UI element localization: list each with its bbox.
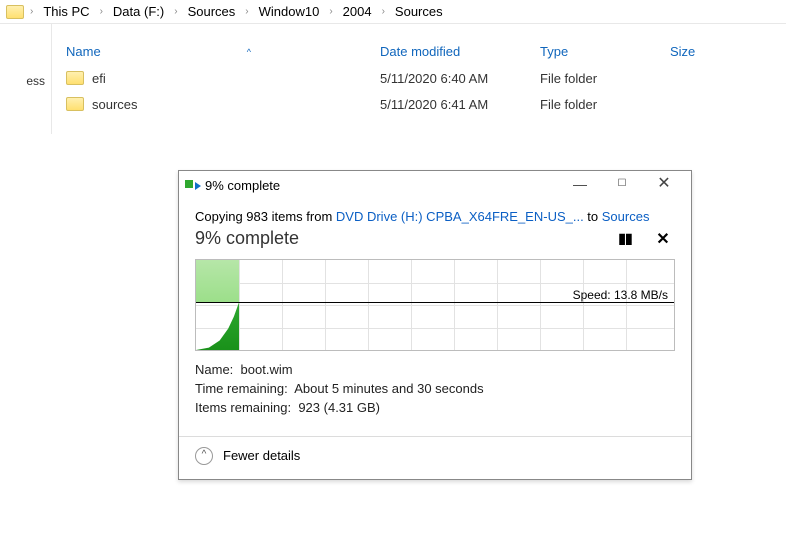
collapse-icon[interactable]: ^ bbox=[195, 447, 213, 465]
table-row[interactable]: sources 5/11/2020 6:41 AM File folder bbox=[60, 91, 786, 117]
breadcrumb-item[interactable]: Data (F:) bbox=[109, 2, 168, 21]
maximize-button[interactable]: ☐ bbox=[601, 173, 643, 197]
dialog-title: 9% complete bbox=[205, 178, 559, 193]
source-link[interactable]: DVD Drive (H:) CPBA_X64FRE_EN-US_... bbox=[336, 209, 584, 224]
breadcrumb: › This PC › Data (F:) › Sources › Window… bbox=[0, 0, 786, 24]
copy-details: Name: boot.wim Time remaining: About 5 m… bbox=[195, 361, 675, 418]
file-date: 5/11/2020 6:40 AM bbox=[380, 71, 540, 86]
chevron-right-icon[interactable]: › bbox=[378, 6, 389, 17]
folder-icon bbox=[66, 71, 84, 85]
column-header-name[interactable]: Name ^ bbox=[60, 44, 380, 59]
destination-link[interactable]: Sources bbox=[602, 209, 650, 224]
items-remaining: 923 (4.31 GB) bbox=[298, 400, 380, 415]
pause-button[interactable]: ▮▮ bbox=[613, 230, 637, 247]
column-header-type[interactable]: Type bbox=[540, 44, 670, 59]
sort-icon: ^ bbox=[247, 47, 251, 57]
copy-progress-dialog: 9% complete — ☐ ✕ Copying 983 items from… bbox=[178, 170, 692, 480]
breadcrumb-item[interactable]: 2004 bbox=[339, 2, 376, 21]
breadcrumb-item[interactable]: Window10 bbox=[255, 2, 324, 21]
dialog-titlebar[interactable]: 9% complete — ☐ ✕ bbox=[179, 171, 691, 199]
chevron-right-icon[interactable]: › bbox=[26, 6, 37, 17]
breadcrumb-item[interactable]: Sources bbox=[184, 2, 240, 21]
breadcrumb-item[interactable]: This PC bbox=[39, 2, 93, 21]
column-header-size[interactable]: Size bbox=[670, 44, 750, 59]
file-name: efi bbox=[92, 71, 106, 86]
breadcrumb-item[interactable]: Sources bbox=[391, 2, 447, 21]
sidebar-label: ess bbox=[26, 74, 45, 88]
column-headers: Name ^ Date modified Type Size bbox=[60, 36, 786, 65]
folder-icon bbox=[66, 97, 84, 111]
fewer-details-button[interactable]: Fewer details bbox=[223, 448, 300, 463]
chevron-right-icon[interactable]: › bbox=[96, 6, 107, 17]
minimize-button[interactable]: — bbox=[559, 173, 601, 197]
chevron-right-icon[interactable]: › bbox=[170, 6, 181, 17]
file-date: 5/11/2020 6:41 AM bbox=[380, 97, 540, 112]
folder-icon bbox=[6, 5, 24, 19]
column-header-date[interactable]: Date modified bbox=[380, 44, 540, 59]
file-type: File folder bbox=[540, 97, 670, 112]
file-type: File folder bbox=[540, 71, 670, 86]
speed-label: Speed: 13.8 MB/s bbox=[573, 288, 668, 302]
table-row[interactable]: efi 5/11/2020 6:40 AM File folder bbox=[60, 65, 786, 91]
time-remaining: About 5 minutes and 30 seconds bbox=[294, 381, 483, 396]
copy-description: Copying 983 items from DVD Drive (H:) CP… bbox=[195, 209, 675, 224]
speed-chart: Speed: 13.8 MB/s bbox=[195, 259, 675, 351]
sidebar: ess bbox=[0, 24, 52, 134]
cancel-button[interactable]: ✕ bbox=[651, 229, 675, 249]
current-file-name: boot.wim bbox=[241, 362, 293, 377]
dialog-footer: ^ Fewer details bbox=[179, 436, 691, 479]
copy-icon bbox=[185, 178, 199, 192]
progress-text: 9% complete bbox=[195, 228, 613, 249]
close-button[interactable]: ✕ bbox=[643, 173, 685, 197]
chevron-right-icon[interactable]: › bbox=[325, 6, 336, 17]
chevron-right-icon[interactable]: › bbox=[241, 6, 252, 17]
file-list: Name ^ Date modified Type Size efi 5/11/… bbox=[60, 36, 786, 117]
file-name: sources bbox=[92, 97, 138, 112]
